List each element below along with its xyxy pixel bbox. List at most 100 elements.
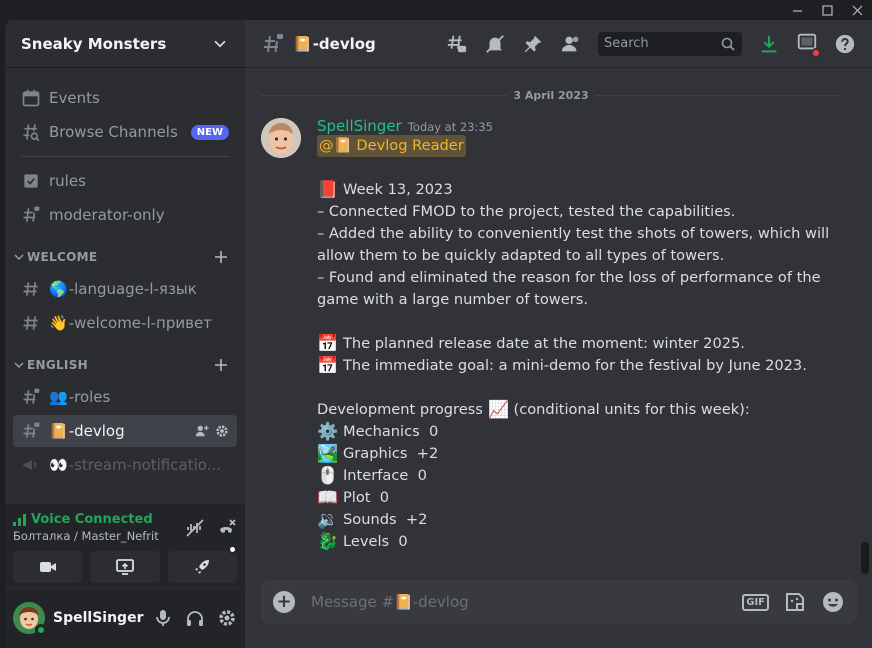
progress-label: Mechanics [343, 423, 420, 440]
message: SpellSinger Today at 23:35 @📔 Devlog Read… [245, 114, 857, 553]
voice-location: Болталка / Master_Nefrit [13, 529, 159, 543]
message-scrollbar[interactable] [861, 68, 869, 578]
voice-info[interactable]: Voice Connected Болталка / Master_Nefrit [13, 512, 159, 543]
goal-text: The immediate goal: a mini-demo for the … [343, 357, 807, 374]
microphone-icon[interactable] [153, 608, 173, 628]
sidebar-item-label: Events [49, 89, 100, 107]
screen-share-icon [116, 559, 134, 575]
progress-note: (conditional units for this week): [513, 401, 750, 418]
channel-emoji: 👥 [49, 388, 68, 406]
role-mention[interactable]: @📔 Devlog Reader [317, 135, 466, 157]
sidebar-item-rules[interactable]: rules [13, 165, 237, 197]
gear-icon[interactable] [215, 424, 229, 438]
category-label: ENGLISH [27, 358, 88, 372]
locked-hash-icon [264, 33, 283, 52]
sticker-icon[interactable] [783, 590, 807, 614]
progress-item: 🔉 Sounds +2 [317, 509, 841, 531]
week-title-text: Week 13, 2023 [343, 181, 453, 198]
voice-status: Voice Connected [13, 512, 159, 527]
sidebar-item-label: -devlog [68, 422, 125, 440]
avatar[interactable] [261, 118, 301, 158]
help-icon[interactable] [834, 33, 856, 55]
mute-notifications-icon[interactable] [484, 33, 506, 55]
pin-icon[interactable] [522, 33, 544, 55]
changelog-item: – Found and eliminated the reason for th… [317, 269, 821, 308]
invite-member-icon[interactable] [195, 424, 209, 438]
server-header[interactable]: Sneaky Monsters [5, 20, 245, 68]
date-divider: 3 April 2023 [261, 84, 841, 106]
sidebar-item-welcome[interactable]: 👋 -welcome-l-привет [13, 307, 237, 339]
sidebar-item-roles[interactable]: 👥 -roles [13, 381, 237, 413]
sidebar-item-label: Browse Channels [49, 123, 178, 141]
search-input[interactable] [604, 36, 720, 51]
headphones-icon[interactable] [185, 608, 205, 628]
minimize-icon[interactable] [782, 0, 812, 20]
gif-button[interactable]: GIF [742, 593, 769, 611]
upload-plus-icon[interactable]: + [273, 591, 295, 613]
progress-value: 0 [379, 489, 390, 506]
sidebar-item-label: rules [49, 172, 86, 190]
message-author[interactable]: SpellSinger [317, 117, 402, 135]
maximize-icon[interactable] [812, 0, 842, 20]
window-titlebar [0, 0, 872, 20]
progress-label: Sounds [343, 511, 397, 528]
download-icon[interactable] [758, 33, 780, 55]
screen-share-button[interactable] [90, 551, 160, 583]
calendar-emoji: 📅 [317, 334, 339, 354]
camera-button[interactable] [13, 551, 83, 583]
category-english[interactable]: ENGLISH [13, 351, 237, 379]
mention-line: @📔 Devlog Reader [317, 135, 841, 157]
add-channel-icon[interactable] [213, 357, 229, 373]
message-content: @📔 Devlog Reader 📕 Week 13, 2023 – Connec… [317, 135, 841, 553]
scrollbar-thumb[interactable] [861, 542, 869, 574]
sidebar-item-events[interactable]: Events [13, 82, 237, 114]
locked-hash-icon [21, 421, 41, 441]
close-icon[interactable] [842, 0, 872, 20]
activities-button[interactable] [167, 545, 237, 583]
new-badge: NEW [190, 124, 229, 140]
search-box[interactable] [598, 31, 742, 56]
disconnect-icon[interactable] [217, 518, 237, 538]
progress-value: 0 [429, 423, 439, 440]
noise-suppression-icon[interactable] [185, 518, 205, 538]
sidebar-item-moderator-only[interactable]: moderator-only [13, 199, 237, 231]
locked-hash-icon [21, 205, 41, 225]
message-input[interactable] [311, 593, 743, 611]
progress-value: 0 [417, 467, 427, 484]
gear-icon[interactable] [217, 608, 237, 628]
sidebar-item-label: moderator-only [49, 206, 165, 224]
progress-value: 0 [398, 533, 408, 550]
voice-buttons [13, 545, 237, 583]
avatar[interactable] [13, 602, 47, 636]
threads-icon[interactable] [446, 33, 468, 55]
member-list-icon[interactable] [560, 33, 582, 55]
camera-icon [39, 562, 56, 572]
landscape-emoji: 🏞️ [317, 444, 339, 464]
voice-connection-panel: Voice Connected Болталка / Master_Nefrit [5, 504, 245, 588]
changelog-item: – Added the ability to conveniently test… [317, 225, 830, 264]
progress-item: ⚙️ Mechanics 0 [317, 421, 841, 443]
rocket-icon [195, 560, 210, 574]
progress-title-text: Development progress [317, 401, 483, 418]
sidebar-item-label: -language-l-язык [68, 280, 197, 298]
emoji-picker-icon[interactable] [821, 590, 845, 614]
book-emoji: 📕 [317, 180, 339, 200]
release-line: 📅 The planned release date at the moment:… [317, 333, 841, 355]
chevron-down-icon [14, 254, 24, 261]
sidebar-item-devlog[interactable]: 📔 -devlog [13, 415, 237, 447]
mouse-emoji: 🖱️ [317, 466, 339, 486]
sidebar-item-browse-channels[interactable]: Browse Channels NEW [13, 116, 237, 148]
add-channel-icon[interactable] [213, 249, 229, 265]
inbox-button[interactable] [796, 31, 821, 58]
browse-channels-icon [21, 122, 41, 142]
category-welcome[interactable]: WELCOME [13, 243, 237, 271]
unread-indicator [811, 47, 821, 58]
chevron-down-icon [214, 40, 226, 47]
sidebar-item-language[interactable]: 🌎 -language-l-язык [13, 273, 237, 305]
channel-emoji: 👋 [49, 314, 68, 332]
composer-tools: GIF [742, 590, 845, 614]
online-status-indicator [35, 624, 47, 636]
checkbox-icon [21, 171, 41, 191]
voice-actions [185, 518, 237, 538]
sidebar-item-stream-notifications[interactable]: 👀 -stream-notificatio... [13, 449, 237, 481]
